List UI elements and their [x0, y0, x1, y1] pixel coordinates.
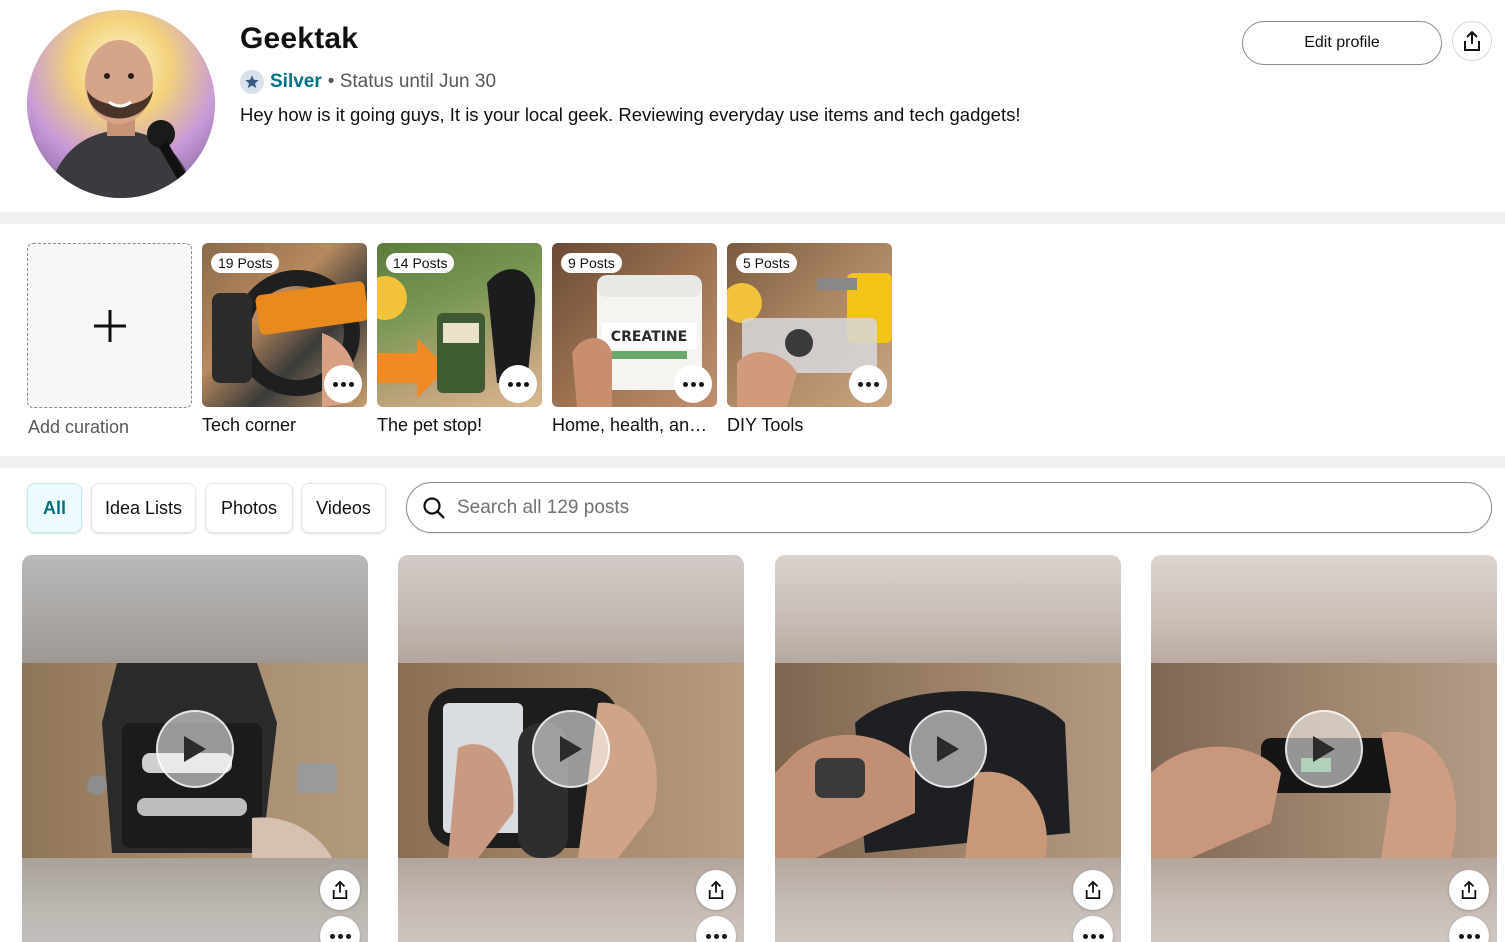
play-button[interactable] — [1285, 710, 1363, 788]
curation-card[interactable]: 19 Posts Tech corner — [202, 243, 367, 436]
svg-text:CREATINE: CREATINE — [611, 329, 687, 345]
ellipsis-icon — [329, 933, 351, 939]
avatar[interactable] — [27, 10, 215, 198]
curation-thumbnail[interactable]: 5 Posts — [727, 243, 892, 407]
curation-card[interactable]: CREATINE 9 Posts Home, health, and… — [552, 243, 717, 436]
avatar-image — [47, 40, 195, 198]
play-button[interactable] — [156, 710, 234, 788]
share-profile-button[interactable] — [1452, 21, 1492, 61]
share-icon — [1085, 880, 1101, 899]
ellipsis-icon — [507, 381, 529, 387]
ellipsis-icon — [1082, 933, 1104, 939]
play-icon — [937, 736, 959, 762]
more-options-button[interactable] — [674, 365, 712, 403]
add-curation-label: Add curation — [28, 417, 130, 437]
curation-card[interactable]: 14 Posts The pet stop! — [377, 243, 542, 436]
tab-all[interactable]: All — [27, 483, 82, 533]
curation-card[interactable]: 5 Posts DIY Tools — [727, 243, 892, 436]
post-count-badge: 19 Posts — [211, 253, 280, 273]
share-icon — [1461, 880, 1477, 899]
play-icon — [1313, 736, 1335, 762]
share-post-button[interactable] — [696, 870, 736, 910]
status-text: • Status until Jun 30 — [327, 71, 497, 92]
ellipsis-icon — [682, 381, 704, 387]
more-options-button[interactable] — [324, 365, 362, 403]
curation-title[interactable]: DIY Tools — [727, 415, 892, 436]
share-post-button[interactable] — [1449, 870, 1489, 910]
profile-header: Geektak Silver • Status until Jun 30 Hey… — [0, 0, 1505, 212]
tab-idea-lists[interactable]: Idea Lists — [91, 483, 196, 533]
video-post-card[interactable] — [1151, 555, 1497, 942]
curation-thumbnail[interactable]: CREATINE 9 Posts — [552, 243, 717, 407]
play-icon — [184, 736, 206, 762]
post-count-badge: 5 Posts — [736, 253, 797, 273]
video-post-card[interactable] — [22, 555, 368, 942]
curation-title[interactable]: Home, health, and… — [552, 415, 717, 436]
search-icon — [422, 496, 446, 520]
plus-icon — [93, 309, 126, 342]
video-post-card[interactable] — [775, 555, 1121, 942]
add-curation-button[interactable] — [27, 243, 192, 408]
edit-profile-button[interactable]: Edit profile — [1242, 21, 1442, 65]
share-post-button[interactable] — [320, 870, 360, 910]
share-post-button[interactable] — [1073, 870, 1113, 910]
profile-bio: Hey how is it going guys, It is your loc… — [240, 104, 1021, 125]
video-post-card[interactable] — [398, 555, 744, 942]
curation-title[interactable]: Tech corner — [202, 415, 367, 436]
tier-label[interactable]: Silver — [270, 71, 322, 93]
share-icon — [1464, 30, 1480, 51]
tab-videos[interactable]: Videos — [301, 483, 386, 533]
ellipsis-icon — [1458, 933, 1480, 939]
play-button[interactable] — [909, 710, 987, 788]
star-badge-icon — [240, 70, 264, 94]
play-button[interactable] — [532, 710, 610, 788]
curation-thumbnail[interactable]: 14 Posts — [377, 243, 542, 407]
more-options-button[interactable] — [849, 365, 887, 403]
curation-title[interactable]: The pet stop! — [377, 415, 542, 436]
ellipsis-icon — [857, 381, 879, 387]
curation-thumbnail[interactable]: 19 Posts — [202, 243, 367, 407]
more-options-button[interactable] — [499, 365, 537, 403]
tab-photos[interactable]: Photos — [205, 483, 293, 533]
status-row: Silver • Status until Jun 30 — [240, 70, 496, 94]
ellipsis-icon — [705, 933, 727, 939]
posts-feed: All Idea Lists Photos Videos — [0, 468, 1505, 942]
ellipsis-icon — [332, 381, 354, 387]
play-icon — [560, 736, 582, 762]
search-input[interactable] — [457, 496, 1357, 519]
curations-row: Add curation 19 Posts Tech corner 14 Pos… — [0, 224, 1505, 456]
share-icon — [332, 880, 348, 899]
post-count-badge: 14 Posts — [386, 253, 455, 273]
search-bar[interactable] — [406, 482, 1492, 533]
share-icon — [708, 880, 724, 899]
post-count-badge: 9 Posts — [561, 253, 622, 273]
profile-name: Geektak — [240, 22, 359, 55]
